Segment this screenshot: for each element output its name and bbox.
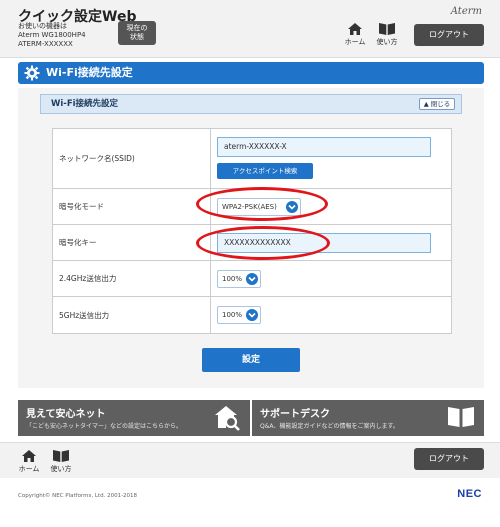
ssid-label: ネットワーク名(SSID): [59, 154, 135, 163]
tx-power-24-select[interactable]: 100%: [217, 270, 261, 288]
footer-logout-button[interactable]: ログアウト: [414, 448, 484, 470]
banner-title: 見えて安心ネット: [26, 409, 106, 420]
encryption-key-cell: XXXXXXXXXXXXX: [210, 225, 451, 260]
tx-power-5-row: 5GHz送信出力 100%: [53, 297, 451, 333]
gear-icon: [24, 65, 40, 81]
support-desk-banner[interactable]: サポートデスク Q&A、機能設定ガイドなどの情報をご案内します。: [252, 400, 484, 436]
ssid-input[interactable]: aterm-XXXXXX-X: [217, 137, 431, 157]
book-icon: [53, 450, 69, 462]
footer-home-button[interactable]: ホーム: [16, 449, 42, 474]
current-status-label-1: 現在の: [126, 24, 148, 32]
home-label: ホーム: [18, 465, 40, 473]
encryption-key-label: 暗号化キー: [59, 238, 97, 247]
tx-power-5-value: 100%: [222, 311, 243, 319]
chevron-down-icon: [246, 273, 258, 285]
encryption-mode-select[interactable]: WPA2-PSK(AES): [217, 198, 301, 216]
footer-howto-button[interactable]: 使い方: [48, 449, 74, 474]
banner-description: Q&A、機能設定ガイドなどの情報をご案内します。: [260, 423, 399, 430]
encryption-key-row: 暗号化キー XXXXXXXXXXXXX: [53, 225, 451, 261]
tx-power-5-label: 5GHz送信出力: [59, 310, 110, 320]
encryption-key-input[interactable]: XXXXXXXXXXXXX: [217, 233, 431, 253]
access-point-search-button[interactable]: アクセスポイント検索: [217, 163, 313, 179]
book-icon: [379, 23, 395, 35]
ssid-row: ネットワーク名(SSID) aterm-XXXXXX-X アクセスポイント検索: [53, 129, 451, 189]
collapse-icon: ▲: [423, 100, 429, 108]
nec-logo: NEC: [457, 488, 482, 500]
chevron-down-icon: [286, 201, 298, 213]
tx-power-5-select[interactable]: 100%: [217, 306, 261, 324]
encryption-mode-cell: WPA2-PSK(AES): [210, 189, 451, 224]
encryption-mode-value: WPA2-PSK(AES): [222, 203, 277, 211]
encryption-mode-row: 暗号化モード WPA2-PSK(AES): [53, 189, 451, 225]
page-title: Wi-Fi接続先設定: [46, 66, 133, 79]
tx-power-24-row: 2.4GHz送信出力 100%: [53, 261, 451, 297]
header: クイック設定Web お使いの機器は Aterm WG1800HP4 ATERM-…: [0, 0, 500, 58]
settings-form: ネットワーク名(SSID) aterm-XXXXXX-X アクセスポイント検索 …: [52, 128, 452, 334]
tx-power-24-value: 100%: [222, 275, 243, 283]
close-label: 閉じる: [430, 100, 451, 108]
device-info-line: お使いの機器は: [18, 22, 67, 30]
tx-power-24-label: 2.4GHz送信出力: [59, 274, 117, 283]
close-section-button[interactable]: ▲ 閉じる: [419, 98, 455, 110]
howto-label: 使い方: [50, 465, 72, 473]
current-status-label-2: 状態: [130, 33, 144, 41]
home-button[interactable]: ホーム: [342, 22, 368, 47]
banner-description: 「こども安心ネットタイマー」などの設定はこちらから。: [26, 423, 183, 430]
copyright: Copyright© NEC Platforms, Ltd. 2001-2018: [18, 493, 138, 499]
device-name: ATERM-XXXXXX: [18, 40, 73, 48]
chevron-down-icon: [246, 309, 258, 321]
submit-button[interactable]: 設定: [202, 348, 300, 372]
page-title-bar: Wi-Fi接続先設定: [18, 62, 484, 84]
section-header: Wi-Fi接続先設定 ▲ 閉じる: [40, 94, 462, 114]
home-icon: [22, 450, 36, 462]
home-label: ホーム: [344, 38, 366, 46]
device-info: お使いの機器は Aterm WG1800HP4 ATERM-XXXXXX: [18, 22, 86, 49]
tx-power-5-cell: 100%: [210, 297, 451, 333]
device-model: Aterm WG1800HP4: [18, 31, 86, 39]
aterm-logo: Aterm: [450, 6, 482, 17]
home-icon: [348, 23, 362, 35]
content-panel: Wi-Fi接続先設定 ▲ 閉じる ネットワーク名(SSID) aterm-XXX…: [18, 88, 484, 388]
encryption-mode-label: 暗号化モード: [59, 202, 104, 211]
howto-label: 使い方: [376, 38, 398, 46]
home-search-icon: [215, 406, 240, 431]
ssid-value-cell: aterm-XXXXXX-X アクセスポイント検索: [210, 129, 451, 188]
current-status-button[interactable]: 現在の 状態: [118, 21, 156, 45]
banner-title: サポートデスク: [260, 409, 330, 420]
mieru-anshin-banner[interactable]: 見えて安心ネット 「こども安心ネットタイマー」などの設定はこちらから。: [18, 400, 250, 436]
book-icon: [448, 407, 474, 427]
howto-button[interactable]: 使い方: [374, 22, 400, 47]
footer-bar: ホーム 使い方 ログアウト: [0, 442, 500, 478]
tx-power-24-cell: 100%: [210, 261, 451, 296]
section-title: Wi-Fi接続先設定: [51, 99, 119, 109]
logout-button[interactable]: ログアウト: [414, 24, 484, 46]
